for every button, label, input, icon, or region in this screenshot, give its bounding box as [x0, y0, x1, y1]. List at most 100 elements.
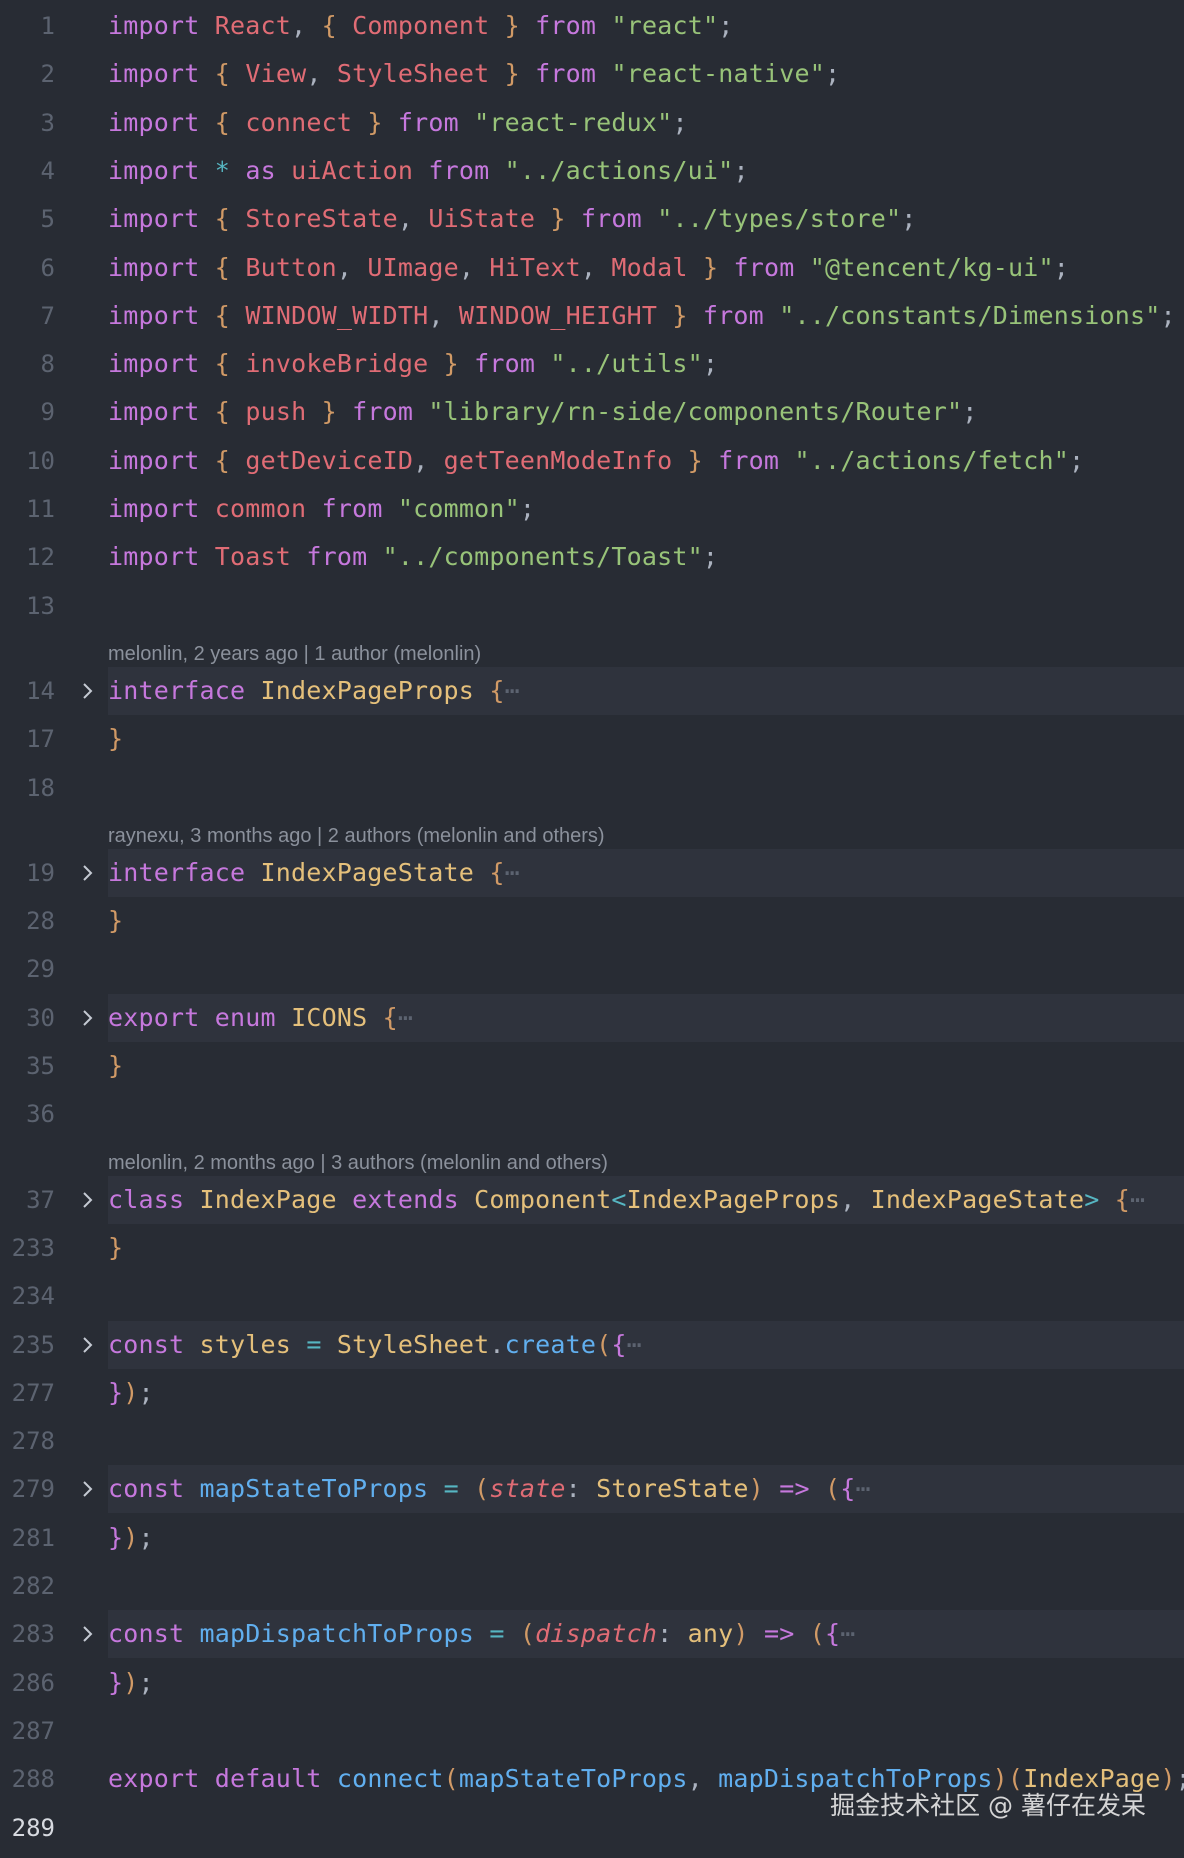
code-line[interactable]: 36 [0, 1090, 1184, 1138]
code-line[interactable]: 11 import common from "common"; [0, 485, 1184, 533]
code-text[interactable]: interface IndexPageState {⋯ [108, 849, 520, 897]
code-line[interactable]: 8 import { invokeBridge } from "../utils"… [0, 340, 1184, 388]
chevron-right-icon[interactable] [78, 681, 98, 701]
code-line[interactable]: 286}); [0, 1659, 1184, 1707]
code-line[interactable]: 12 import Toast from "../components/Toast… [0, 533, 1184, 581]
code-text[interactable]: import { getDeviceID, getTeenModeInfo } … [108, 437, 1084, 485]
folded-code-line[interactable]: 235 const styles = StyleSheet.create({⋯ [0, 1320, 1184, 1369]
code-line[interactable]: 10 import { getDeviceID, getTeenModeInfo … [0, 437, 1184, 485]
code-text[interactable]: }); [108, 1659, 154, 1707]
code-line[interactable]: 281}); [0, 1514, 1184, 1562]
chevron-right-icon[interactable] [78, 863, 98, 883]
code-line[interactable]: 234 [0, 1272, 1184, 1320]
code-token: ; [962, 397, 978, 427]
folded-code-line[interactable]: 14 interface IndexPageProps {⋯ [0, 666, 1184, 715]
code-token: { [214, 252, 231, 282]
fold-ellipsis[interactable]: ⋯ [505, 858, 520, 887]
code-text[interactable]: } [108, 715, 123, 763]
fold-ellipsis[interactable]: ⋯ [840, 1619, 855, 1648]
chevron-right-icon[interactable] [78, 1335, 98, 1355]
code-text[interactable]: import { WINDOW_WIDTH, WINDOW_HEIGHT } f… [108, 292, 1176, 340]
fold-ellipsis[interactable]: ⋯ [856, 1474, 871, 1503]
chevron-right-icon[interactable] [78, 1624, 98, 1644]
code-text[interactable]: const mapDispatchToProps = (dispatch: an… [108, 1610, 856, 1658]
code-text[interactable]: import React, { Component } from "react"… [108, 2, 733, 50]
code-text[interactable]: }); [108, 1514, 154, 1562]
code-token: IndexPageProps [626, 1184, 841, 1214]
code-text[interactable]: export enum ICONS {⋯ [108, 994, 413, 1042]
chevron-right-icon[interactable] [78, 1190, 98, 1210]
code-token: connect [245, 107, 353, 137]
code-line[interactable]: 277}); [0, 1369, 1184, 1417]
code-token: from [428, 155, 490, 185]
line-number: 36 [26, 1100, 55, 1129]
line-number: 283 [11, 1620, 55, 1649]
folded-code-line[interactable]: 37 class IndexPage extends Component<Inde… [0, 1175, 1184, 1224]
code-token: , [291, 11, 322, 40]
code-text[interactable]: const styles = StyleSheet.create({⋯ [108, 1321, 642, 1369]
code-line[interactable]: 233} [0, 1224, 1184, 1272]
code-text[interactable]: } [108, 1224, 123, 1272]
code-token: uiAction [291, 155, 414, 185]
code-text[interactable]: import * as uiAction from "../actions/ui… [108, 147, 749, 195]
code-text[interactable]: import { connect } from "react-redux"; [108, 99, 688, 147]
fold-ellipsis[interactable]: ⋯ [627, 1330, 642, 1359]
code-line[interactable]: 287 [0, 1707, 1184, 1755]
code-line[interactable]: 29 [0, 945, 1184, 993]
code-line[interactable]: 2 import { View, StyleSheet } from "react… [0, 50, 1184, 98]
code-token: import [108, 300, 200, 330]
code-token: ; [672, 107, 688, 137]
code-line[interactable]: 282 [0, 1562, 1184, 1610]
folded-code-line[interactable]: 30 export enum ICONS {⋯ [0, 993, 1184, 1042]
code-line[interactable]: 3 import { connect } from "react-redux"; [0, 99, 1184, 147]
code-text[interactable]: import { invokeBridge } from "../utils"; [108, 340, 718, 388]
code-line[interactable]: 18 [0, 764, 1184, 812]
code-line[interactable]: 13 [0, 582, 1184, 630]
code-line[interactable]: 17} [0, 715, 1184, 763]
code-line[interactable]: 5 import { StoreState, UiState } from "..… [0, 195, 1184, 243]
folded-code-line[interactable]: 279 const mapStateToProps = (state: Store… [0, 1465, 1184, 1514]
code-token: { [214, 204, 231, 234]
code-line[interactable]: 7 import { WINDOW_WIDTH, WINDOW_HEIGHT } … [0, 292, 1184, 340]
fold-ellipsis[interactable]: ⋯ [505, 676, 520, 705]
code-text[interactable]: class IndexPage extends Component<IndexP… [108, 1176, 1145, 1224]
code-text[interactable]: const mapStateToProps = (state: StoreSta… [108, 1465, 871, 1513]
code-token: } [550, 204, 566, 234]
code-line[interactable]: 1 import React, { Component } from "react… [0, 2, 1184, 50]
code-text[interactable]: import { Button, UImage, HiText, Modal }… [108, 244, 1069, 292]
code-text[interactable]: import common from "common"; [108, 485, 535, 533]
code-editor[interactable]: 1 import React, { Component } from "react… [0, 0, 1184, 1858]
code-text[interactable]: } [108, 897, 123, 945]
code-text[interactable]: } [108, 1042, 123, 1090]
folded-code-line[interactable]: 19 interface IndexPageState {⋯ [0, 848, 1184, 897]
code-line[interactable]: 28} [0, 897, 1184, 945]
code-token: } [702, 252, 719, 282]
code-token: { [214, 349, 231, 379]
code-text[interactable]: import { View, StyleSheet } from "react-… [108, 50, 840, 98]
chevron-right-icon[interactable] [78, 1479, 98, 1499]
code-token: import [108, 155, 200, 185]
folded-code-line[interactable]: 283 const mapDispatchToProps = (dispatch:… [0, 1610, 1184, 1659]
code-line[interactable]: 4 import * as uiAction from "../actions/u… [0, 147, 1184, 195]
code-line[interactable]: 6 import { Button, UImage, HiText, Modal … [0, 244, 1184, 292]
code-token: ICONS [291, 1002, 368, 1032]
code-text[interactable]: import { StoreState, UiState } from "../… [108, 195, 916, 243]
code-token: "react" [611, 11, 719, 40]
code-text[interactable]: interface IndexPageProps {⋯ [108, 667, 520, 715]
code-line[interactable]: 278 [0, 1417, 1184, 1465]
chevron-right-icon[interactable] [78, 1008, 98, 1028]
code-text[interactable]: }); [108, 1369, 154, 1417]
fold-ellipsis[interactable]: ⋯ [1130, 1185, 1145, 1214]
code-token: from [352, 397, 414, 427]
code-text[interactable]: import Toast from "../components/Toast"; [108, 533, 718, 581]
code-line[interactable]: 9 import { push } from "library/rn-side/c… [0, 388, 1184, 436]
code-line[interactable]: 35} [0, 1042, 1184, 1090]
fold-ellipsis[interactable]: ⋯ [398, 1003, 413, 1032]
code-text[interactable]: import { push } from "library/rn-side/co… [108, 388, 977, 436]
code-token: } [108, 724, 124, 754]
